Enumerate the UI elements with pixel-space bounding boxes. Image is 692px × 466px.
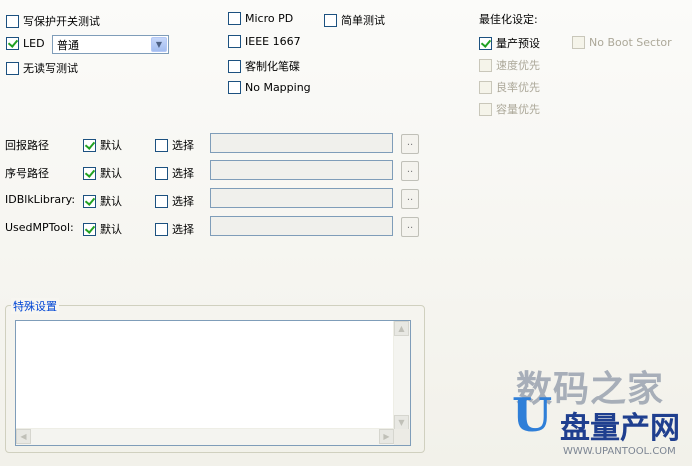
speed-first-label: 速度优先: [496, 59, 540, 72]
write-protect-test-checkbox[interactable]: 写保护开关测试: [6, 13, 100, 29]
path-default-checkbox[interactable]: 默认: [83, 193, 122, 209]
checkbox-box[interactable]: [155, 222, 168, 236]
checkbox-box[interactable]: [479, 36, 492, 50]
scroll-left-icon[interactable]: ◀: [16, 429, 31, 444]
horizontal-scrollbar[interactable]: ◀ ▶: [16, 428, 394, 445]
checkbox-box[interactable]: [6, 37, 19, 50]
checkbox-box[interactable]: [83, 194, 96, 208]
browse-button[interactable]: ..: [401, 161, 419, 181]
checkbox-box[interactable]: [228, 35, 241, 48]
path-choose-checkbox[interactable]: 选择: [155, 193, 194, 209]
checkbox-box[interactable]: [479, 80, 492, 94]
path-default-label: 默认: [100, 139, 122, 152]
path-choose-label: 选择: [172, 139, 194, 152]
path-label: UsedMPTool:: [5, 221, 74, 234]
optimize-title: 最佳化设定:: [479, 13, 538, 26]
mass-preset-label: 量产预设: [496, 37, 540, 50]
no-mapping-checkbox[interactable]: No Mapping: [228, 81, 311, 94]
path-input[interactable]: [210, 133, 393, 153]
path-choose-checkbox[interactable]: 选择: [155, 221, 194, 237]
path-label: 回报路径: [5, 139, 49, 152]
mass-preset-checkbox[interactable]: 量产预设: [479, 35, 540, 51]
yield-first-label: 良率优先: [496, 81, 540, 94]
path-label: IDBlkLibrary:: [5, 193, 76, 206]
watermark-url: WWW.UPANTOOL.COM: [563, 446, 676, 457]
path-choose-checkbox[interactable]: 选择: [155, 137, 194, 153]
checkbox-box[interactable]: [479, 58, 492, 72]
path-choose-label: 选择: [172, 195, 194, 208]
watermark-logo-letter: U: [512, 388, 553, 442]
watermark-site-name: 盘量产网: [560, 411, 680, 446]
checkbox-box[interactable]: [155, 138, 168, 152]
path-default-label: 默认: [100, 223, 122, 236]
checkbox-box[interactable]: [83, 166, 96, 180]
ieee-1667-checkbox[interactable]: IEEE 1667: [228, 35, 301, 48]
speed-first-checkbox[interactable]: 速度优先: [479, 57, 540, 73]
no-rw-test-label: 无读写测试: [23, 62, 78, 75]
browse-button[interactable]: ..: [401, 134, 419, 154]
path-default-checkbox[interactable]: 默认: [83, 165, 122, 181]
no-mapping-label: No Mapping: [245, 81, 311, 94]
vertical-scrollbar[interactable]: ▲ ▼: [393, 321, 410, 430]
special-settings-title: 特殊设置: [11, 298, 59, 314]
checkbox-box[interactable]: [479, 102, 492, 116]
led-label: LED: [23, 37, 45, 50]
path-label: 序号路径: [5, 167, 49, 180]
simple-test-checkbox[interactable]: 简单测试: [324, 12, 385, 28]
checkbox-box[interactable]: [6, 14, 19, 28]
checkbox-box[interactable]: [83, 222, 96, 236]
checkbox-box[interactable]: [228, 59, 241, 73]
checkbox-box[interactable]: [324, 13, 337, 27]
path-choose-label: 选择: [172, 223, 194, 236]
yield-first-checkbox[interactable]: 良率优先: [479, 79, 540, 95]
custom-disk-checkbox[interactable]: 客制化笔碟: [228, 58, 300, 74]
led-mode-select[interactable]: 普通 ▼: [52, 35, 169, 54]
scroll-down-icon[interactable]: ▼: [394, 415, 409, 430]
scroll-right-icon[interactable]: ▶: [379, 429, 394, 444]
checkbox-box[interactable]: [228, 12, 241, 25]
capacity-first-label: 容量优先: [496, 103, 540, 116]
no-rw-test-checkbox[interactable]: 无读写测试: [6, 60, 78, 76]
path-choose-label: 选择: [172, 167, 194, 180]
path-default-label: 默认: [100, 195, 122, 208]
browse-button[interactable]: ..: [401, 189, 419, 209]
no-boot-sector-checkbox[interactable]: No Boot Sector: [572, 36, 672, 49]
path-default-label: 默认: [100, 167, 122, 180]
micro-pd-checkbox[interactable]: Micro PD: [228, 12, 293, 25]
checkbox-box[interactable]: [155, 166, 168, 180]
path-default-checkbox[interactable]: 默认: [83, 221, 122, 237]
special-settings-textarea[interactable]: ▲ ▼ ◀ ▶: [15, 320, 411, 446]
browse-button[interactable]: ..: [401, 217, 419, 237]
scroll-corner: [394, 429, 410, 445]
chevron-down-icon[interactable]: ▼: [151, 37, 167, 52]
path-default-checkbox[interactable]: 默认: [83, 137, 122, 153]
custom-disk-label: 客制化笔碟: [245, 60, 300, 73]
write-protect-test-label: 写保护开关测试: [23, 15, 100, 28]
path-choose-checkbox[interactable]: 选择: [155, 165, 194, 181]
micro-pd-label: Micro PD: [245, 12, 294, 25]
no-boot-sector-label: No Boot Sector: [589, 36, 672, 49]
capacity-first-checkbox[interactable]: 容量优先: [479, 101, 540, 117]
led-mode-value: 普通: [57, 38, 79, 52]
path-input[interactable]: [210, 188, 393, 208]
path-input[interactable]: [210, 160, 393, 180]
checkbox-box[interactable]: [572, 36, 585, 49]
led-checkbox[interactable]: LED: [6, 37, 45, 50]
path-input[interactable]: [210, 216, 393, 236]
checkbox-box[interactable]: [83, 138, 96, 152]
checkbox-box[interactable]: [155, 194, 168, 208]
ieee-1667-label: IEEE 1667: [245, 35, 301, 48]
checkbox-box[interactable]: [228, 81, 241, 94]
scroll-up-icon[interactable]: ▲: [394, 321, 409, 336]
simple-test-label: 简单测试: [341, 14, 385, 27]
checkbox-box[interactable]: [6, 61, 19, 75]
